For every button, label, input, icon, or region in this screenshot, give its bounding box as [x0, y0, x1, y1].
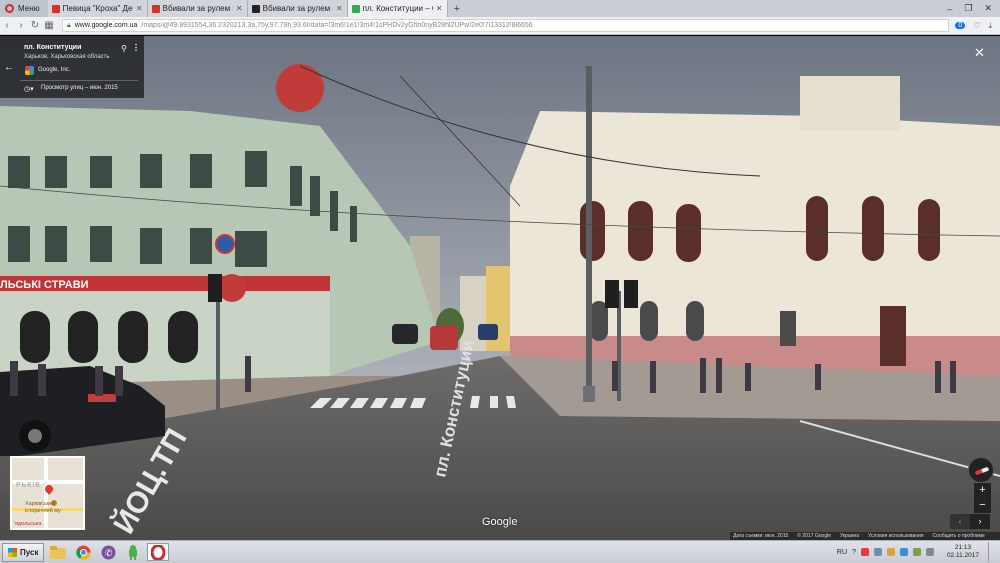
- close-tab-icon[interactable]: ✕: [136, 4, 143, 13]
- show-desktop-button[interactable]: [988, 542, 994, 562]
- url-field[interactable]: 🔒︎ www.google.com.ua/maps/@49.9931554,36…: [62, 19, 950, 32]
- window-controls: – ❐ ✕: [939, 0, 1000, 17]
- map-pin-icon[interactable]: ⚲: [121, 44, 127, 53]
- report-problem-link[interactable]: Сообщить о проблеме: [933, 533, 985, 539]
- capture-date: Дата съемки: июн. 2015: [733, 533, 789, 539]
- capture-date-selector[interactable]: Просмотр улиц – июн. 2015: [41, 85, 118, 91]
- prev-photo-button[interactable]: ‹: [950, 514, 970, 529]
- tab-google-maps[interactable]: пл. Конституции – Google ✕: [347, 0, 448, 17]
- tab-kroha[interactable]: Певица "Кроха" День Креп ✕: [47, 0, 148, 17]
- restaurant-sign: ЛЬСЬКІ СТРАВИ: [0, 279, 89, 291]
- forward-icon[interactable]: ›: [14, 20, 28, 31]
- minimap[interactable]: РЬКІВ Харківський історичний му 'ядельсь…: [10, 456, 85, 530]
- minimap-city-label: РЬКІВ: [16, 482, 41, 489]
- shield-tray-icon[interactable]: [899, 548, 908, 556]
- antivirus-icon[interactable]: [860, 548, 869, 556]
- battery-icon[interactable]: [912, 548, 921, 556]
- tab-news-1[interactable]: Вбивали за рулем посаш ✕: [147, 0, 248, 17]
- close-tab-icon[interactable]: ✕: [336, 4, 343, 13]
- file-explorer-icon[interactable]: [47, 543, 69, 561]
- start-label: Пуск: [20, 547, 39, 557]
- tab-title: пл. Конституции – Google: [362, 4, 433, 13]
- windows-logo-icon: [8, 547, 17, 557]
- android-app-icon[interactable]: [122, 543, 144, 561]
- url-domain: www.google.com.ua: [74, 22, 138, 29]
- reload-icon[interactable]: ↻: [28, 20, 42, 31]
- place-subtitle: Харьков, Харьковская область: [24, 54, 110, 60]
- compass-button[interactable]: [968, 457, 994, 483]
- tab-title: Певица "Кроха" День Креп: [62, 4, 133, 13]
- back-arrow-icon[interactable]: ←: [4, 62, 14, 73]
- address-bar: ‹ › ↻ ▦ 🔒︎ www.google.com.ua/maps/@49.99…: [0, 17, 1000, 35]
- compass-needle-icon: [974, 466, 990, 476]
- time-machine-icon[interactable]: ◷▾: [24, 85, 34, 93]
- more-options-icon[interactable]: ⋮: [132, 43, 140, 52]
- opera-logo-icon: [5, 4, 14, 13]
- street-scene: ЛЬСЬКІ СТРАВИ пл. Конституции ЙОЦ.ТП: [0, 36, 1000, 540]
- heart-icon[interactable]: ♡: [973, 21, 980, 30]
- zoom-controls: + −: [974, 483, 991, 513]
- maximize-icon[interactable]: ❐: [964, 3, 972, 14]
- imagery-provider: Google, Inc.: [38, 67, 71, 73]
- divider: [20, 80, 138, 81]
- close-window-icon[interactable]: ✕: [984, 3, 992, 14]
- close-tab-icon[interactable]: ✕: [236, 4, 243, 13]
- google-logo: Google: [482, 516, 518, 528]
- speed-dial-icon[interactable]: ▦: [42, 20, 56, 31]
- download-icon[interactable]: ⤓: [988, 21, 992, 31]
- youtube-favicon-icon: [151, 4, 160, 13]
- tab-title: Вбивали за рулем посаш: [262, 4, 333, 13]
- tab-bar: Меню Певица "Кроха" День Креп ✕ Вбивали …: [0, 0, 1000, 17]
- viber-icon[interactable]: ✆: [97, 543, 119, 561]
- clock-date: 02.11.2017: [946, 552, 979, 559]
- map-footer: Дата съемки: июн. 2015 © 2017 Google Укр…: [730, 532, 1000, 540]
- minimize-icon[interactable]: –: [947, 4, 952, 14]
- system-tray: RU ? 21:13 02.11.2017: [837, 542, 1000, 562]
- chrome-icon[interactable]: [72, 543, 94, 561]
- place-info-card: ← пл. Конституции Харьков, Харьковская о…: [0, 36, 144, 98]
- svg-text:✆: ✆: [105, 549, 113, 559]
- terms-link[interactable]: Условия использования: [868, 533, 924, 539]
- address-bar-actions: 0 ♡ ⤓: [955, 21, 1000, 31]
- network-icon[interactable]: [873, 548, 882, 556]
- menu-label: Меню: [18, 4, 40, 13]
- start-button[interactable]: Пуск: [2, 542, 45, 562]
- copyright: © 2017 Google: [797, 533, 831, 539]
- flag-icon[interactable]: [886, 548, 895, 556]
- place-title: пл. Конституции: [24, 44, 82, 51]
- language-indicator[interactable]: RU: [837, 549, 847, 556]
- taskbar: Пуск ✆ RU ? 21:13 02.11.2017: [0, 540, 1000, 563]
- opera-taskbar-icon[interactable]: [147, 543, 170, 561]
- close-street-view-icon[interactable]: ✕: [974, 45, 985, 61]
- lock-icon: 🔒︎: [67, 21, 71, 29]
- clock-time: 21:13: [954, 544, 972, 551]
- youtube-favicon-icon: [51, 4, 60, 13]
- tab-title: Вбивали за рулем посаш: [162, 4, 233, 13]
- maps-favicon-icon: [351, 4, 360, 13]
- system-clock[interactable]: 21:13 02.11.2017: [947, 544, 979, 560]
- country-link[interactable]: Украина: [840, 533, 859, 539]
- new-tab-button[interactable]: +: [448, 0, 466, 17]
- street-view-panorama[interactable]: ЛЬСЬКІ СТРАВИ пл. Конституции ЙОЦ.ТП: [0, 36, 1000, 540]
- help-icon[interactable]: ?: [852, 549, 856, 556]
- next-photo-button[interactable]: ›: [970, 514, 990, 529]
- tab-news-2[interactable]: Вбивали за рулем посаш ✕: [247, 0, 348, 17]
- browser-menu-button[interactable]: Меню: [0, 0, 48, 17]
- ad-block-badge[interactable]: 0: [955, 22, 966, 29]
- zoom-in-button[interactable]: +: [974, 483, 991, 498]
- volume-icon[interactable]: [925, 548, 934, 556]
- close-tab-icon[interactable]: ✕: [436, 4, 443, 13]
- site-favicon-icon: [251, 4, 260, 13]
- url-path: /maps/@49.9931554,36.2320213,3a,75y,97.7…: [141, 22, 533, 29]
- screen: Меню Певица "Кроха" День Креп ✕ Вбивали …: [0, 0, 1000, 563]
- minimap-poi-label: Харківський історичний му: [25, 501, 61, 514]
- minimap-street-label: 'ядельська: [14, 521, 42, 527]
- back-icon[interactable]: ‹: [0, 20, 14, 31]
- zoom-out-button[interactable]: −: [974, 498, 991, 513]
- google-icon: [25, 66, 34, 75]
